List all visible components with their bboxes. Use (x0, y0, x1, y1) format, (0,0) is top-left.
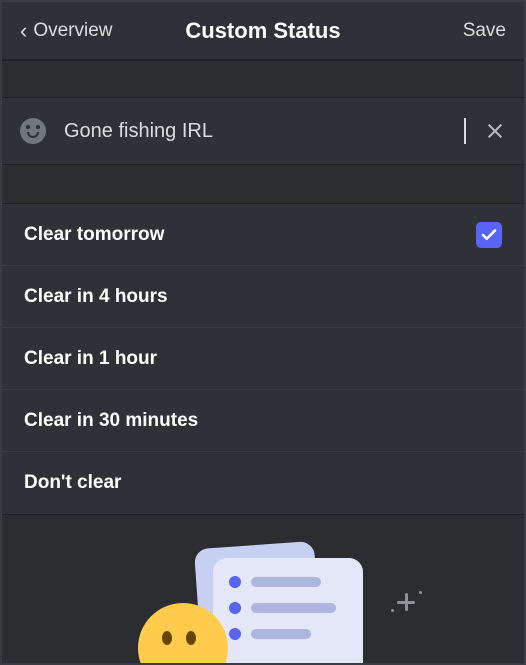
chevron-left-icon: ‹ (20, 20, 27, 42)
back-button[interactable]: ‹ Overview (20, 20, 113, 42)
checkmark-icon (476, 222, 502, 248)
save-button[interactable]: Save (463, 20, 506, 42)
clear-option-dont-clear[interactable]: Don't clear (2, 452, 524, 514)
clear-options-list: Clear tomorrow Clear in 4 hours Clear in… (2, 204, 524, 514)
section-gap (2, 164, 524, 204)
section-gap (2, 60, 524, 98)
status-illustration (83, 533, 443, 663)
option-label: Clear in 30 minutes (24, 410, 198, 432)
clear-option-1-hour[interactable]: Clear in 1 hour (2, 328, 524, 390)
option-label: Clear in 4 hours (24, 286, 168, 308)
option-label: Clear tomorrow (24, 224, 164, 246)
header-bar: ‹ Overview Custom Status Save (2, 2, 524, 60)
status-input[interactable]: Gone fishing IRL (64, 120, 466, 143)
clear-input-icon[interactable] (484, 120, 506, 142)
back-label: Overview (33, 20, 112, 42)
status-input-wrap[interactable]: Gone fishing IRL (64, 118, 466, 144)
option-label: Don't clear (24, 472, 121, 494)
illustration-area (2, 514, 524, 663)
clear-option-tomorrow[interactable]: Clear tomorrow (2, 204, 524, 266)
status-input-row: Gone fishing IRL (2, 98, 524, 164)
sparkle-icon (397, 593, 415, 611)
clear-option-30-minutes[interactable]: Clear in 30 minutes (2, 390, 524, 452)
text-caret (464, 118, 466, 144)
page-title: Custom Status (185, 18, 340, 44)
emoji-picker-icon[interactable] (20, 118, 46, 144)
clear-option-4-hours[interactable]: Clear in 4 hours (2, 266, 524, 328)
option-label: Clear in 1 hour (24, 348, 157, 370)
